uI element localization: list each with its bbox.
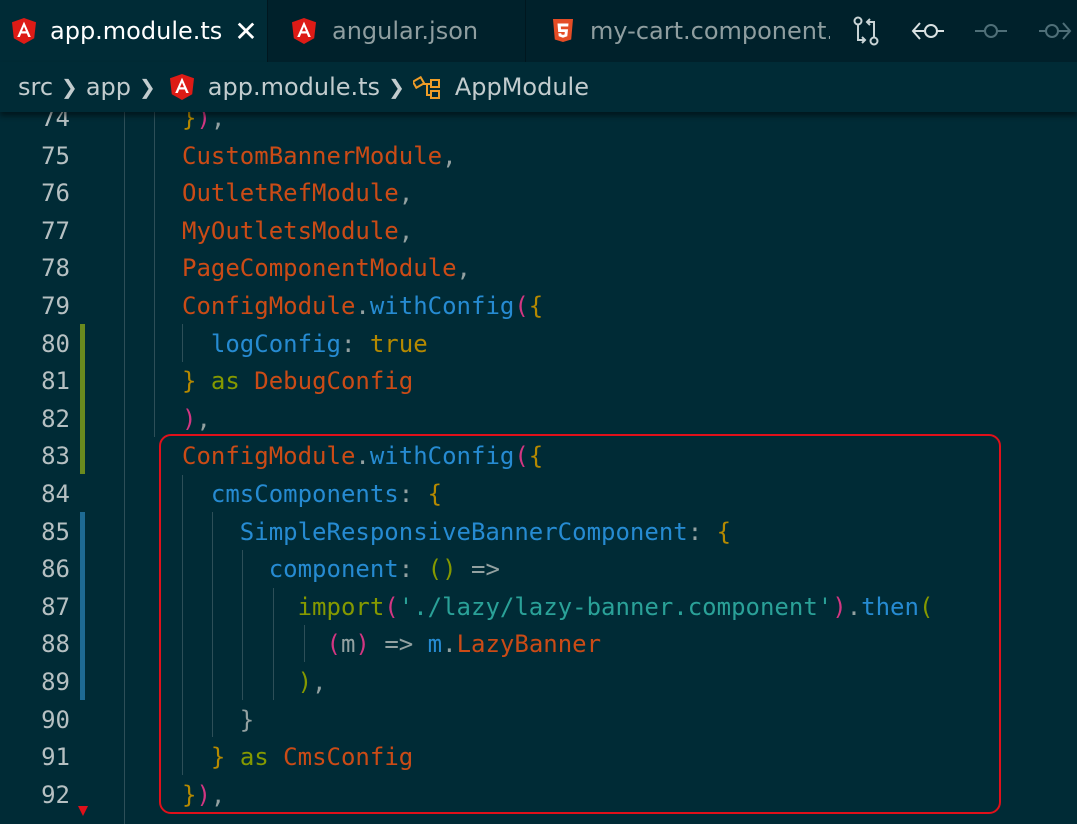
line-number: 83 [41,442,70,471]
code-text: } [239,705,255,734]
breadcrumb-symbol-label: AppModule [454,73,589,101]
code-text: }), [182,780,226,809]
code-text: (m) => m.LazyBanner [326,630,602,659]
chevron-right-icon: ❯ [388,75,405,99]
compare-changes-button[interactable] [848,12,884,50]
fold-arrow-icon[interactable] [78,806,88,816]
line-number: 82 [41,404,70,433]
previous-change-icon [975,24,1007,38]
go-back-icon [911,22,944,40]
tab-my-cart-component[interactable]: my-cart.component.h [526,0,830,62]
code-text: SimpleResponsiveBannerComponent: { [239,517,732,546]
code-line: 76 OutletRefModule, [0,175,1077,213]
code-text: import('./lazy/lazy-banner.component').t… [297,592,934,621]
code-text: ConfigModule.withConfig({ [182,292,544,320]
line-number: 76 [41,179,70,208]
code-editor[interactable]: 74 }), 75 CustomBannerModule, 76 OutletR… [0,112,1077,824]
breadcrumb-item-src[interactable]: src [18,73,53,101]
go-back-button[interactable] [910,12,946,50]
code-text: ConfigModule.withConfig({ [182,442,544,471]
line-number: 74 [41,112,70,132]
close-tab-icon[interactable]: ✕ [234,15,257,48]
line-number: 88 [41,630,70,659]
tab-label: my-cart.component.h [590,17,830,45]
code-text: } as CmsConfig [210,743,414,772]
line-number: 78 [41,254,70,283]
code-line: 84 cmsComponents: { [0,476,1077,514]
breadcrumb-item-file[interactable]: app.module.ts [169,73,381,101]
code-line: 78 PageComponentModule, [0,250,1077,288]
code-text: OutletRefModule, [182,179,414,208]
line-number: 79 [41,292,70,320]
code-text: component: () => [268,555,500,584]
breadcrumb-item-app[interactable]: app [86,73,131,101]
line-number: 75 [41,141,70,170]
code-line: 80 logConfig: true [0,326,1077,364]
code-line: 88 (m) => m.LazyBanner [0,626,1077,664]
breadcrumb-item-symbol[interactable]: AppModule [412,73,589,101]
code-line: 86 component: () => [0,551,1077,589]
line-number: 80 [41,329,70,358]
code-text: } as DebugConfig [182,367,414,396]
tab-label: angular.json [332,17,479,45]
breadcrumb: src ❯ app ❯ app.module.ts ❯ AppModule [0,62,1077,112]
code-text: CustomBannerModule, [182,141,457,170]
code-text: cmsComponents: { [210,480,443,508]
code-line: 90 } [0,702,1077,740]
code-line: 83 ConfigModule.withConfig({ [0,438,1077,476]
code-line: 74 }), [0,112,1077,138]
next-change-icon [1039,22,1072,40]
line-number: 81 [41,367,70,396]
tab-label: app.module.ts [50,17,223,45]
line-number: 84 [41,480,70,508]
html5-icon [553,19,573,42]
code-line: 82 ), [0,401,1077,439]
previous-change-button[interactable] [973,12,1009,50]
code-line: 77 MyOutletsModule, [0,213,1077,251]
code-line: 89 ), [0,664,1077,702]
class-symbol-icon [412,75,440,99]
code-text: PageComponentModule, [182,254,471,283]
line-number: 87 [41,592,70,621]
line-number: 92 [41,780,70,809]
code-line: 81 } as DebugConfig [0,363,1077,401]
line-number: 85 [41,517,70,546]
line-number: 86 [41,555,70,584]
code-line: 75 CustomBannerModule, [0,138,1077,176]
line-number: 89 [41,668,70,696]
code-line: 79 ConfigModule.withConfig({ [0,288,1077,326]
line-number: 77 [41,216,70,245]
code-line: 87 import('./lazy/lazy-banner.component'… [0,589,1077,627]
tab-app-module[interactable]: app.module.ts ✕ [0,0,268,62]
angular-icon [12,18,36,44]
tab-angular-json[interactable]: angular.json [268,0,526,62]
angular-icon [292,18,316,44]
code-text: logConfig: true [210,329,428,358]
code-line: 85 SimpleResponsiveBannerComponent: { [0,514,1077,552]
line-number: 91 [41,743,70,772]
code-text: ), [297,668,327,696]
angular-icon [169,74,194,100]
tab-bar: app.module.ts ✕ angular.json my-cart.com… [0,0,1077,62]
code-line: 92 }), [0,777,1077,815]
breadcrumb-file-label: app.module.ts [207,73,381,101]
code-text: ), [182,404,211,433]
line-number: 90 [41,705,70,734]
chevron-right-icon: ❯ [61,75,78,99]
chevron-right-icon: ❯ [139,75,156,99]
compare-changes-icon [853,16,879,46]
code-text: MyOutletsModule, [182,216,414,245]
next-change-button[interactable] [1037,12,1073,50]
code-text: }), [182,112,226,132]
code-line: 91 } as CmsConfig [0,739,1077,777]
